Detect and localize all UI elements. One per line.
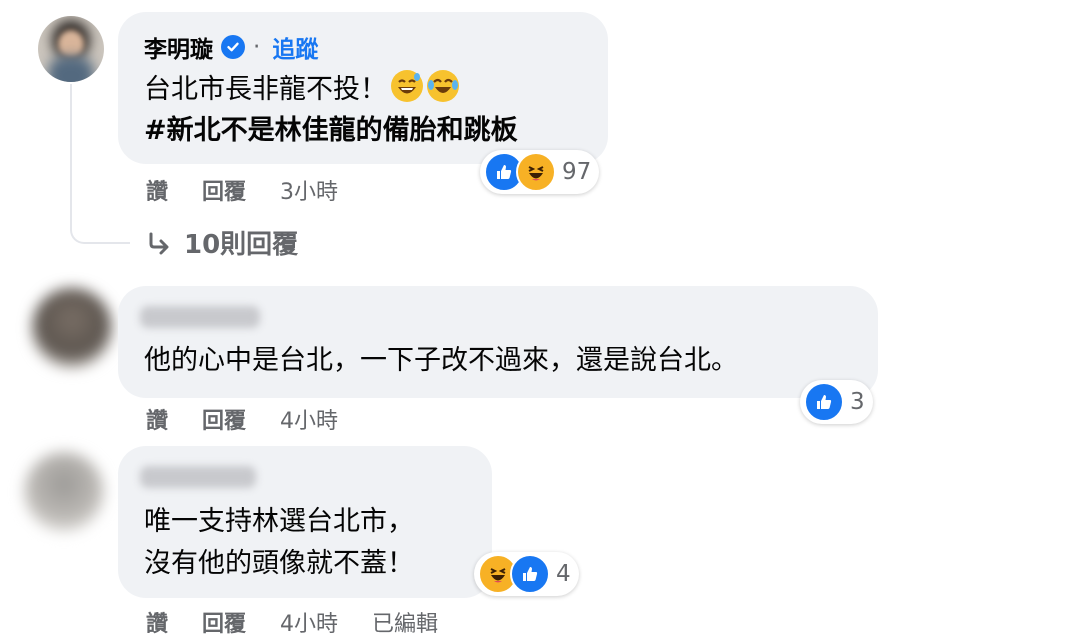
follow-link[interactable]: 追蹤 bbox=[272, 30, 318, 64]
commenter-avatar[interactable] bbox=[24, 452, 104, 532]
replies-count-label: 10則回覆 bbox=[184, 230, 299, 260]
view-replies-link[interactable]: 10則回覆 bbox=[146, 224, 298, 261]
comment-actions: 讚 回覆 4小時 bbox=[146, 403, 338, 435]
like-reaction-icon bbox=[804, 382, 844, 422]
comment-text-line: 唯一支持林選台北市， bbox=[144, 506, 414, 537]
commenter-avatar[interactable] bbox=[32, 288, 112, 368]
timestamp[interactable]: 3小時 bbox=[280, 174, 338, 206]
comment-hashtag[interactable]: #新北不是林佳龍的備胎和跳板 bbox=[144, 112, 518, 150]
tears-of-joy-emoji-icon bbox=[427, 70, 459, 102]
reaction-summary[interactable]: 97 bbox=[480, 150, 600, 194]
author-avatar[interactable] bbox=[38, 16, 104, 82]
reply-button[interactable]: 回覆 bbox=[202, 174, 246, 206]
reply-arrow-icon bbox=[149, 232, 169, 254]
like-button[interactable]: 讚 bbox=[146, 606, 168, 638]
reaction-count: 4 bbox=[556, 561, 571, 587]
reaction-summary[interactable]: 3 bbox=[800, 380, 873, 424]
reaction-count: 97 bbox=[562, 159, 592, 185]
blurred-author-name[interactable] bbox=[140, 466, 256, 488]
comment-actions: 讚 回覆 3小時 bbox=[146, 174, 338, 206]
timestamp[interactable]: 4小時 bbox=[280, 606, 338, 638]
like-button[interactable]: 讚 bbox=[146, 403, 168, 435]
reply-button[interactable]: 回覆 bbox=[202, 403, 246, 435]
separator-dot: · bbox=[253, 34, 261, 60]
grinning-sweat-emoji-icon bbox=[391, 70, 423, 102]
edited-label: 已編輯 bbox=[372, 612, 439, 637]
haha-reaction-icon bbox=[516, 152, 556, 192]
blurred-author-name[interactable] bbox=[140, 306, 260, 328]
comment-text-line: 沒有他的頭像就不蓋！ bbox=[144, 548, 414, 579]
comment-text: 他的心中是台北，一下子改不過來，還是說台北。 bbox=[144, 345, 738, 376]
timestamp[interactable]: 4小時 bbox=[280, 403, 338, 435]
like-reaction-icon bbox=[510, 554, 550, 594]
reaction-count: 3 bbox=[850, 389, 865, 415]
reaction-summary[interactable]: 4 bbox=[474, 552, 579, 596]
comment-text-line: 台北市長非龍不投！ bbox=[144, 74, 387, 105]
verified-badge-icon bbox=[221, 35, 245, 59]
reply-button[interactable]: 回覆 bbox=[202, 606, 246, 638]
author-name[interactable]: 李明璇 bbox=[144, 30, 213, 64]
comment-header: 李明璇 · 追蹤 bbox=[144, 30, 318, 64]
like-button[interactable]: 讚 bbox=[146, 174, 168, 206]
comment-actions: 讚 回覆 4小時 已編輯 bbox=[146, 606, 438, 638]
comment-text: 台北市長非龍不投！ bbox=[144, 70, 459, 109]
